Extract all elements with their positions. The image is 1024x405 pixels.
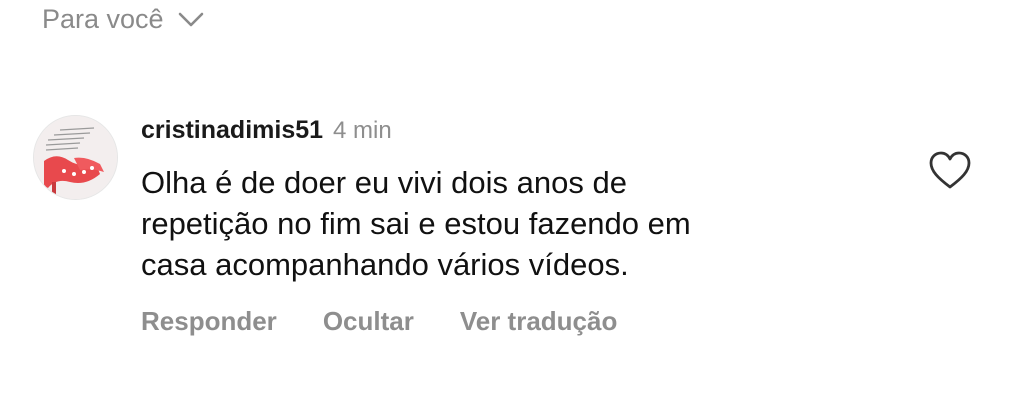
filter-dropdown[interactable]: Para você	[42, 4, 204, 35]
comment-time: 4 min	[333, 117, 392, 144]
reply-button[interactable]: Responder	[141, 306, 277, 337]
heart-outline-icon	[929, 151, 971, 189]
translate-button[interactable]: Ver tradução	[460, 306, 618, 337]
filter-label: Para você	[42, 4, 164, 34]
comment-text: Olha é de doer eu vivi dois anos de repe…	[141, 165, 691, 282]
comment-username[interactable]: cristinadimis51	[141, 116, 323, 145]
chevron-down-icon	[178, 12, 203, 26]
comment-meta: cristinadimis51 4 min	[141, 116, 392, 145]
avatar-image	[34, 116, 117, 199]
avatar[interactable]	[33, 115, 118, 200]
hide-button[interactable]: Ocultar	[323, 306, 414, 337]
like-button[interactable]	[928, 150, 972, 190]
comment-actions: Responder Ocultar Ver tradução	[141, 306, 617, 337]
comment-item: cristinadimis51 4 min Olha é de doer eu …	[0, 110, 1024, 350]
